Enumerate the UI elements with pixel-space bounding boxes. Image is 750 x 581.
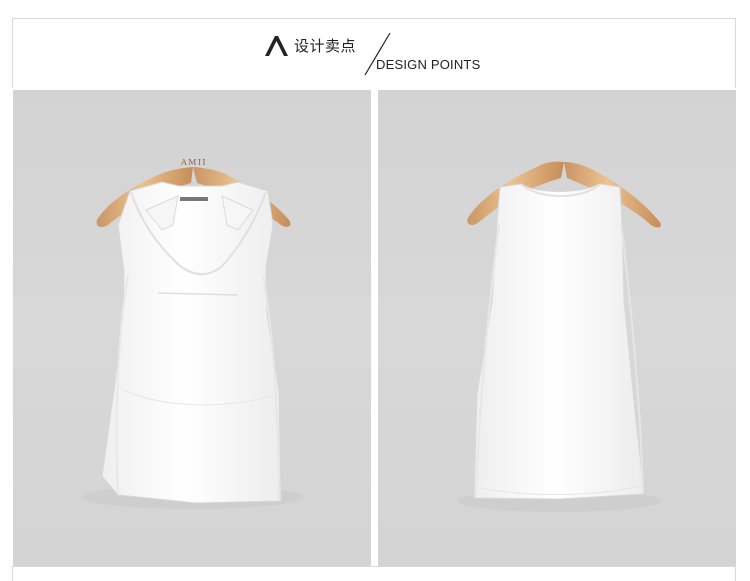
design-points-page: 设计卖点 DESIGN POINTS AMII [0, 0, 750, 581]
lambda-icon [265, 36, 288, 56]
front-garment-illustration: AMII [83, 158, 303, 509]
back-garment-illustration [457, 161, 661, 512]
section-title-chinese: 设计卖点 [294, 38, 357, 55]
back-view-photo [378, 90, 736, 566]
section-title-english: DESIGN POINTS [376, 57, 481, 72]
bottom-panel-border [12, 566, 736, 581]
front-tank-top [101, 181, 282, 504]
front-view-photo: AMII [13, 90, 371, 566]
back-tank-top [473, 183, 645, 500]
hanger-logo: AMII [180, 158, 207, 167]
